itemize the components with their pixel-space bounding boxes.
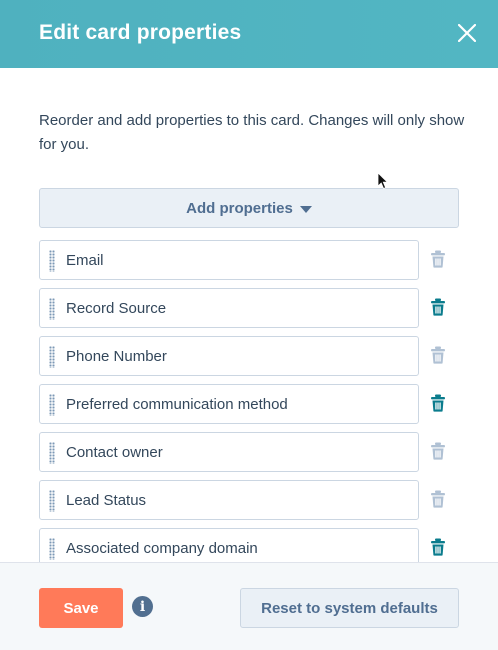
close-icon bbox=[458, 24, 476, 42]
property-field[interactable]: Contact owner bbox=[39, 432, 419, 472]
trash-icon[interactable] bbox=[430, 394, 446, 412]
property-label: Email bbox=[66, 252, 104, 269]
reset-to-defaults-button[interactable]: Reset to system defaults bbox=[240, 588, 459, 628]
property-label: Record Source bbox=[66, 300, 167, 317]
save-button[interactable]: Save bbox=[39, 588, 123, 628]
property-field[interactable]: Associated company domain bbox=[39, 528, 419, 562]
property-field[interactable]: Record Source bbox=[39, 288, 419, 328]
property-field[interactable]: Phone Number bbox=[39, 336, 419, 376]
property-field[interactable]: Email bbox=[39, 240, 419, 280]
property-row: Contact owner bbox=[39, 432, 479, 472]
trash-icon[interactable] bbox=[430, 538, 446, 556]
caret-down-icon bbox=[299, 205, 312, 213]
property-label: Contact owner bbox=[66, 444, 163, 461]
add-properties-label: Add properties bbox=[186, 199, 293, 217]
property-label: Phone Number bbox=[66, 348, 167, 365]
property-label: Preferred communication method bbox=[66, 396, 288, 413]
property-label: Associated company domain bbox=[66, 540, 258, 557]
drag-handle-icon[interactable] bbox=[49, 442, 55, 464]
dialog-body: Reorder and add properties to this card.… bbox=[0, 68, 498, 562]
drag-handle-icon[interactable] bbox=[49, 298, 55, 320]
dialog-title: Edit card properties bbox=[39, 21, 242, 44]
drag-handle-icon[interactable] bbox=[49, 346, 55, 368]
drag-handle-icon[interactable] bbox=[49, 250, 55, 272]
property-row: Phone Number bbox=[39, 336, 479, 376]
trash-icon bbox=[431, 250, 445, 268]
property-row: Associated company domain bbox=[39, 528, 479, 562]
drag-handle-icon[interactable] bbox=[49, 394, 55, 416]
info-icon[interactable]: i bbox=[132, 596, 153, 617]
mouse-cursor-icon bbox=[377, 172, 389, 190]
property-field[interactable]: Lead Status bbox=[39, 480, 419, 520]
trash-icon[interactable] bbox=[430, 298, 446, 316]
dialog-header: Edit card properties bbox=[0, 0, 498, 68]
property-label: Lead Status bbox=[66, 492, 147, 509]
trash-icon bbox=[431, 346, 445, 364]
dialog-description: Reorder and add properties to this card.… bbox=[39, 112, 465, 153]
property-row: Record Source bbox=[39, 288, 479, 328]
drag-handle-icon[interactable] bbox=[49, 490, 55, 512]
close-button[interactable] bbox=[452, 18, 482, 48]
drag-handle-icon[interactable] bbox=[49, 538, 55, 560]
property-field[interactable]: Preferred communication method bbox=[39, 384, 419, 424]
dialog-footer: Save i Reset to system defaults bbox=[0, 562, 498, 650]
property-row: Email bbox=[39, 240, 479, 280]
trash-icon bbox=[431, 442, 445, 460]
trash-icon bbox=[431, 490, 445, 508]
property-row: Preferred communication method bbox=[39, 384, 479, 424]
add-properties-button[interactable]: Add properties bbox=[39, 188, 459, 228]
property-row: Lead Status bbox=[39, 480, 479, 520]
